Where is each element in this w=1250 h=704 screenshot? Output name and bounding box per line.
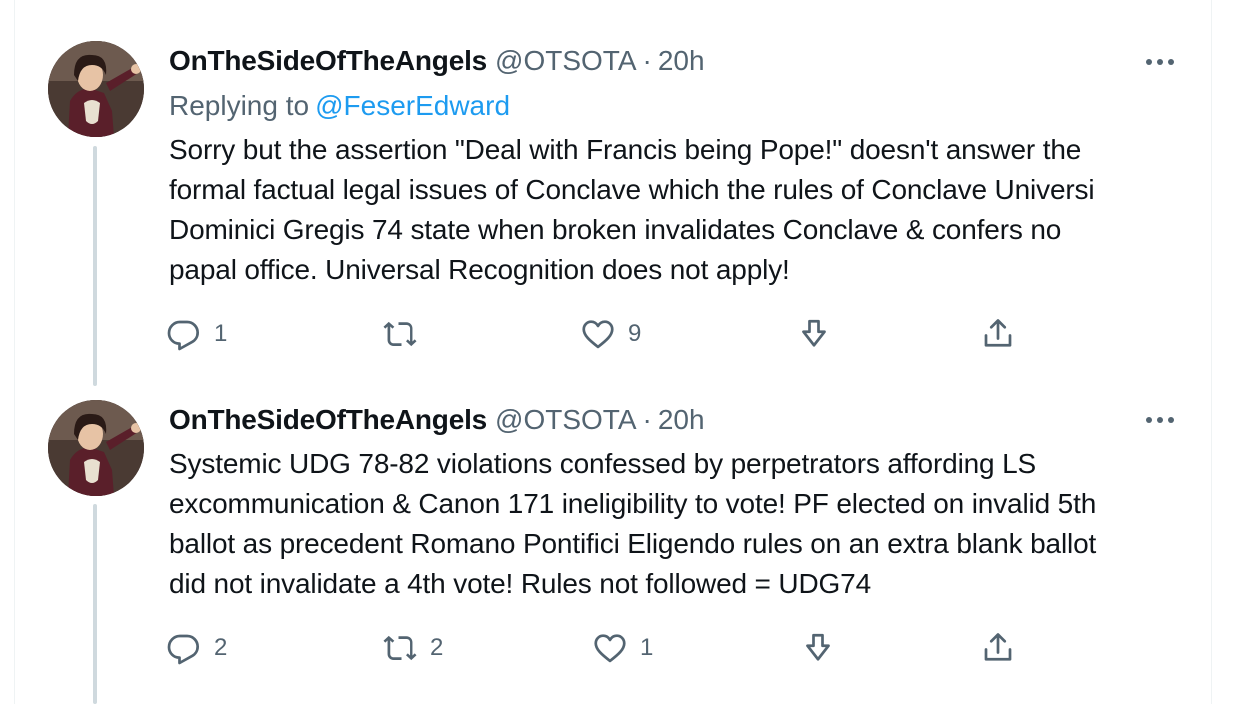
- bookmark-download-icon: [806, 633, 830, 661]
- bookmark-download-icon: [802, 319, 826, 347]
- reply-button[interactable]: 2: [166, 628, 227, 668]
- share-button[interactable]: [980, 628, 1016, 668]
- tweet-text-line: ballot as precedent Romano Pontifici Eli…: [169, 528, 1097, 559]
- separator-dot: ·: [642, 45, 652, 76]
- retweet-count: 2: [430, 634, 444, 661]
- avatar-image: [48, 41, 144, 137]
- tweet[interactable]: OnTheSideOfTheAngels @OTSOTA · 20h Syste…: [0, 390, 1250, 704]
- like-count: 9: [628, 320, 642, 347]
- more-options-icon: [1146, 59, 1174, 65]
- display-name[interactable]: OnTheSideOfTheAngels: [169, 44, 487, 78]
- tweet-actions: 2 2 1: [166, 628, 1066, 668]
- retweet-button[interactable]: [382, 314, 430, 354]
- tweet-header: OnTheSideOfTheAngels @OTSOTA · 20h: [169, 403, 705, 437]
- retweet-icon: [383, 635, 417, 661]
- tweet-text-line: excommunication & Canon 171 ineligibilit…: [169, 488, 1097, 519]
- separator-dot: ·: [642, 404, 652, 435]
- more-options-button[interactable]: [1140, 408, 1180, 432]
- tweet-text-line: papal office. Universal Recognition does…: [169, 254, 790, 285]
- tweet-actions: 1 9: [166, 314, 1066, 354]
- retweet-icon: [383, 321, 417, 347]
- like-button[interactable]: 1: [592, 628, 653, 668]
- like-button[interactable]: 9: [580, 314, 641, 354]
- tweet-header: OnTheSideOfTheAngels @OTSOTA · 20h: [169, 44, 705, 78]
- reply-count: 2: [214, 634, 228, 661]
- tweet-text-line: formal factual legal issues of Conclave …: [169, 174, 1095, 205]
- reply-icon: [167, 320, 199, 351]
- user-handle[interactable]: @OTSOTA: [495, 403, 636, 437]
- avatar-image: [48, 400, 144, 496]
- timestamp[interactable]: 20h: [658, 44, 705, 78]
- tweet-text: Systemic UDG 78-82 violations confessed …: [169, 444, 1189, 604]
- tweet[interactable]: OnTheSideOfTheAngels @OTSOTA · 20h Reply…: [0, 0, 1250, 390]
- tweet-text-line: did not invalidate a 4th vote! Rules not…: [169, 568, 871, 599]
- tweet-text-line: Sorry but the assertion "Deal with Franc…: [169, 134, 1082, 165]
- reply-button[interactable]: 1: [166, 314, 227, 354]
- display-name[interactable]: OnTheSideOfTheAngels: [169, 403, 487, 437]
- heart-icon: [594, 634, 626, 663]
- bookmark-button[interactable]: [800, 628, 836, 668]
- more-options-icon: [1146, 417, 1174, 423]
- replying-to: Replying to @FeserEdward: [169, 89, 510, 123]
- share-icon: [984, 319, 1012, 347]
- share-button[interactable]: [980, 314, 1016, 354]
- retweet-button[interactable]: 2: [382, 628, 443, 668]
- bookmark-button[interactable]: [796, 314, 832, 354]
- heart-icon: [582, 320, 614, 349]
- share-icon: [984, 633, 1012, 661]
- timestamp[interactable]: 20h: [658, 403, 705, 437]
- tweet-text: Sorry but the assertion "Deal with Franc…: [169, 130, 1189, 290]
- user-handle[interactable]: @OTSOTA: [495, 44, 636, 78]
- replying-label: Replying to: [169, 90, 310, 121]
- like-count: 1: [640, 634, 654, 661]
- more-options-button[interactable]: [1140, 50, 1180, 74]
- tweet-text-line: Systemic UDG 78-82 violations confessed …: [169, 448, 1037, 479]
- tweet-text-line: Dominici Gregis 74 state when broken inv…: [169, 214, 1062, 245]
- avatar[interactable]: [48, 400, 144, 496]
- mention-link[interactable]: @FeserEdward: [315, 90, 510, 121]
- reply-count: 1: [214, 320, 228, 347]
- reply-icon: [167, 634, 199, 665]
- avatar[interactable]: [48, 41, 144, 137]
